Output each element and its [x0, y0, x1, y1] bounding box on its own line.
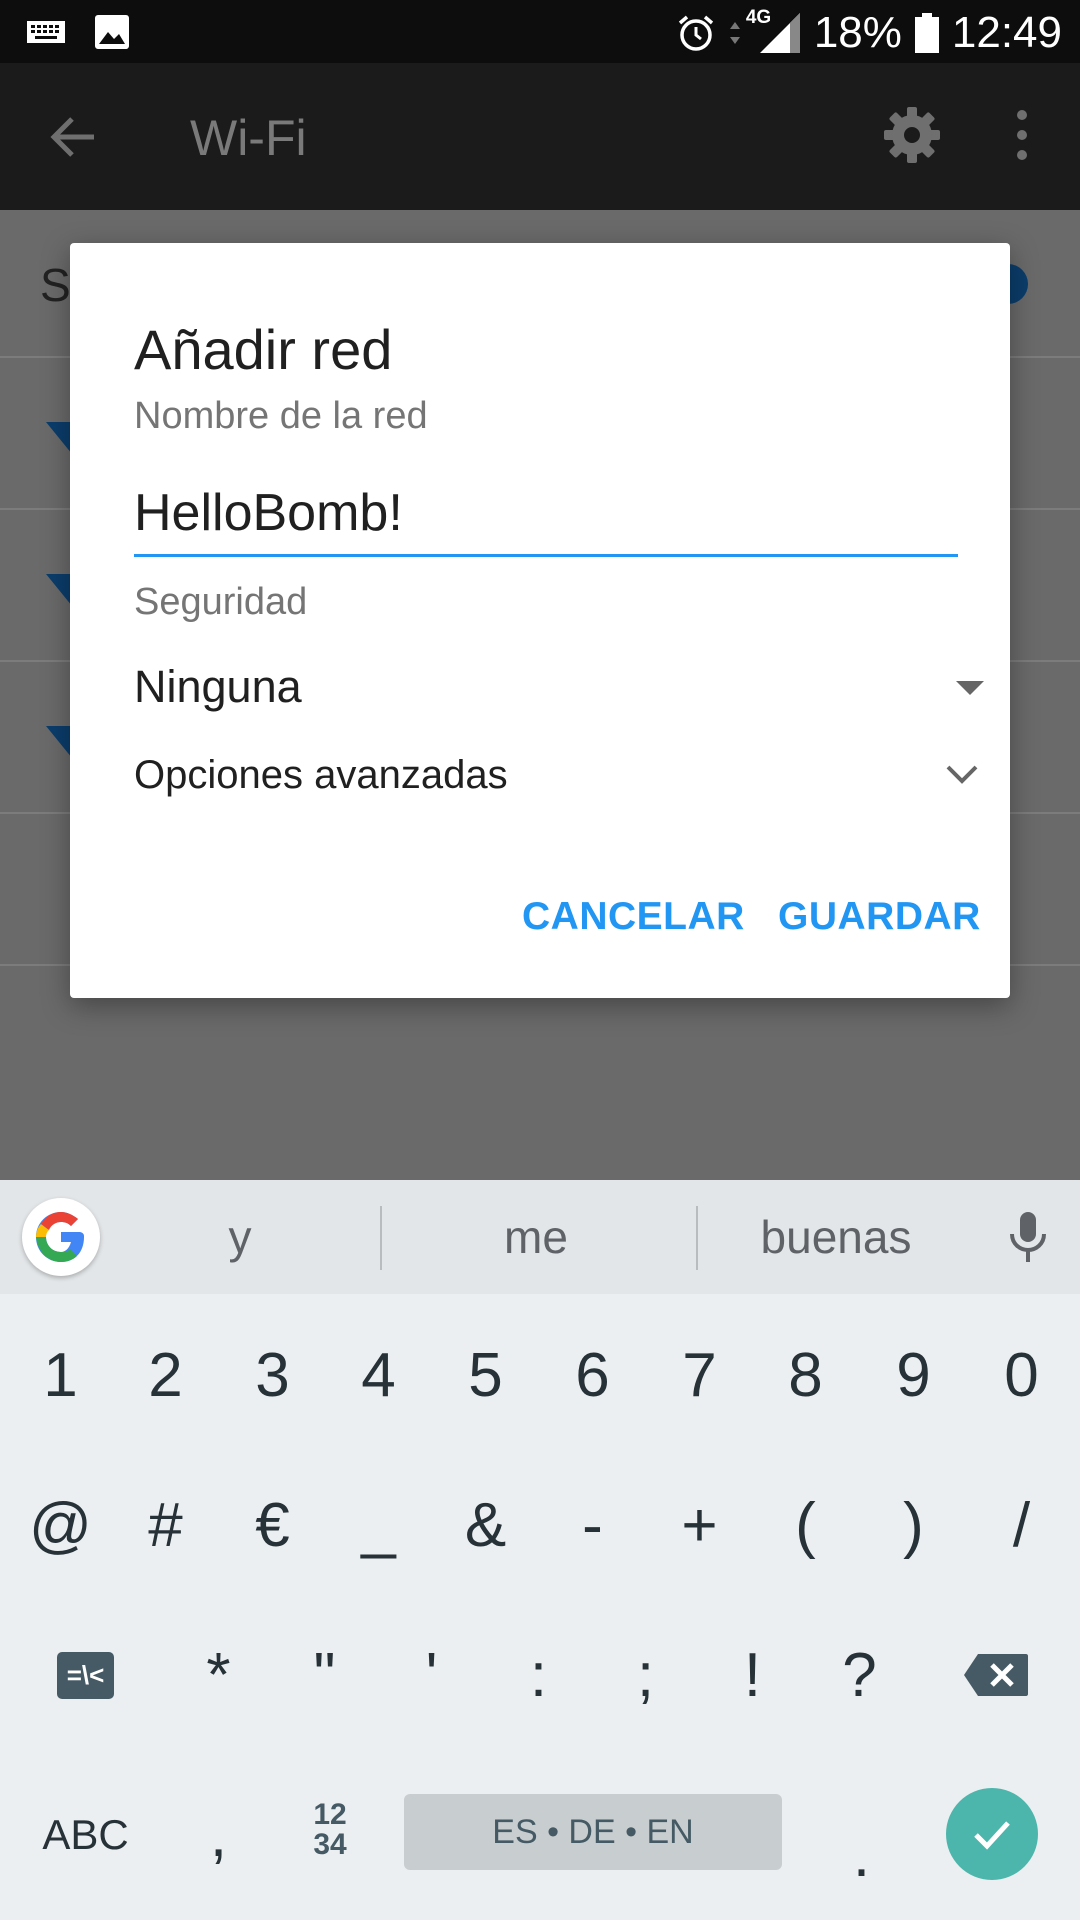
- key-open-paren[interactable]: (: [752, 1450, 859, 1600]
- cancel-button[interactable]: CANCELAR: [522, 895, 745, 939]
- signal-icon: 4G: [746, 7, 802, 55]
- alarm-icon: [676, 13, 716, 53]
- security-value: Ninguna: [134, 661, 302, 712]
- google-logo-icon[interactable]: [22, 1198, 100, 1276]
- key-0[interactable]: 0: [968, 1300, 1075, 1450]
- key-close-paren[interactable]: ): [860, 1450, 967, 1600]
- key-at[interactable]: @: [7, 1450, 114, 1600]
- microphone-icon[interactable]: [1006, 1210, 1050, 1266]
- key-3[interactable]: 3: [219, 1300, 326, 1450]
- abc-key[interactable]: ABC: [32, 1760, 139, 1910]
- key-1[interactable]: 1: [7, 1300, 114, 1450]
- key-2[interactable]: 2: [112, 1300, 219, 1450]
- symbols-toggle-key[interactable]: =\<: [32, 1600, 139, 1750]
- key-8[interactable]: 8: [752, 1300, 859, 1450]
- enter-key[interactable]: [946, 1788, 1038, 1880]
- image-icon: [94, 14, 130, 50]
- dialog-title: Añadir red: [134, 318, 393, 381]
- key-hash[interactable]: #: [112, 1450, 219, 1600]
- key-double-quote[interactable]: ": [271, 1600, 378, 1750]
- back-arrow-icon[interactable]: [44, 107, 104, 167]
- key-euro[interactable]: €: [219, 1450, 326, 1600]
- key-single-quote[interactable]: ': [378, 1600, 485, 1750]
- key-asterisk[interactable]: *: [165, 1600, 272, 1750]
- battery-icon: [914, 12, 940, 54]
- backspace-key[interactable]: [942, 1600, 1049, 1750]
- advanced-options-label: Opciones avanzadas: [134, 753, 508, 797]
- spacebar[interactable]: ES • DE • EN: [404, 1794, 782, 1870]
- key-semicolon[interactable]: ;: [592, 1600, 699, 1750]
- numpad-toggle-bottom: 34: [313, 1828, 347, 1861]
- key-comma[interactable]: ,: [165, 1760, 272, 1910]
- dropdown-arrow-icon: [956, 681, 984, 695]
- suggestion-1[interactable]: y: [100, 1210, 380, 1264]
- key-plus[interactable]: +: [646, 1450, 753, 1600]
- key-4[interactable]: 4: [325, 1300, 432, 1450]
- key-exclamation[interactable]: !: [699, 1600, 806, 1750]
- app-toolbar: Wi-Fi: [0, 63, 1080, 210]
- keyboard-icon: [26, 20, 66, 44]
- punctuation-row: =\< * " ' : ; ! ?: [0, 1600, 1080, 1750]
- page-title: Wi-Fi: [190, 110, 307, 166]
- suggestion-3[interactable]: buenas: [696, 1210, 976, 1264]
- chevron-down-icon: [946, 765, 978, 784]
- network-type-label: 4G: [745, 7, 772, 28]
- symbol-row: @ # € _ & - + ( ) /: [0, 1450, 1080, 1600]
- advanced-options-toggle[interactable]: Opciones avanzadas: [134, 745, 984, 815]
- network-name-label: Nombre de la red: [134, 395, 428, 437]
- soft-keyboard: y me buenas 1 2 3 4 5 6 7 8 9 0 @ # € _ …: [0, 1180, 1080, 1920]
- network-name-input[interactable]: [134, 471, 958, 557]
- battery-percent: 18%: [813, 8, 902, 57]
- security-dropdown[interactable]: Ninguna: [134, 653, 984, 723]
- backspace-icon: [963, 1654, 1028, 1696]
- clock: 12:49: [951, 8, 1062, 57]
- key-6[interactable]: 6: [539, 1300, 646, 1450]
- more-vert-icon[interactable]: [1000, 103, 1044, 167]
- key-7[interactable]: 7: [646, 1300, 753, 1450]
- key-9[interactable]: 9: [860, 1300, 967, 1450]
- status-bar: 4G 18% 12:49: [0, 0, 1080, 63]
- key-colon[interactable]: :: [485, 1600, 592, 1750]
- key-ampersand[interactable]: &: [432, 1450, 539, 1600]
- numpad-toggle-top: 12: [313, 1798, 347, 1831]
- symbols-toggle-label: =\<: [56, 1651, 115, 1699]
- key-minus[interactable]: -: [539, 1450, 646, 1600]
- key-question[interactable]: ?: [806, 1600, 913, 1750]
- key-slash[interactable]: /: [968, 1450, 1075, 1600]
- key-underscore[interactable]: _: [325, 1450, 432, 1600]
- add-network-dialog: Añadir red Nombre de la red Seguridad Ni…: [70, 243, 1010, 998]
- key-period[interactable]: .: [808, 1780, 915, 1920]
- save-button[interactable]: GUARDAR: [778, 895, 981, 939]
- numpad-toggle-key[interactable]: 12 34: [290, 1800, 370, 1864]
- checkmark-icon: [974, 1821, 1010, 1850]
- gear-icon[interactable]: [880, 103, 944, 167]
- number-row: 1 2 3 4 5 6 7 8 9 0: [0, 1300, 1080, 1450]
- key-5[interactable]: 5: [432, 1300, 539, 1450]
- suggestion-divider: [380, 1206, 382, 1270]
- security-label: Seguridad: [134, 581, 308, 623]
- suggestion-2[interactable]: me: [396, 1210, 676, 1264]
- wifi-toggle-label: S: [40, 259, 71, 311]
- suggestion-bar: y me buenas: [0, 1180, 1080, 1294]
- data-arrows-icon: [728, 18, 742, 48]
